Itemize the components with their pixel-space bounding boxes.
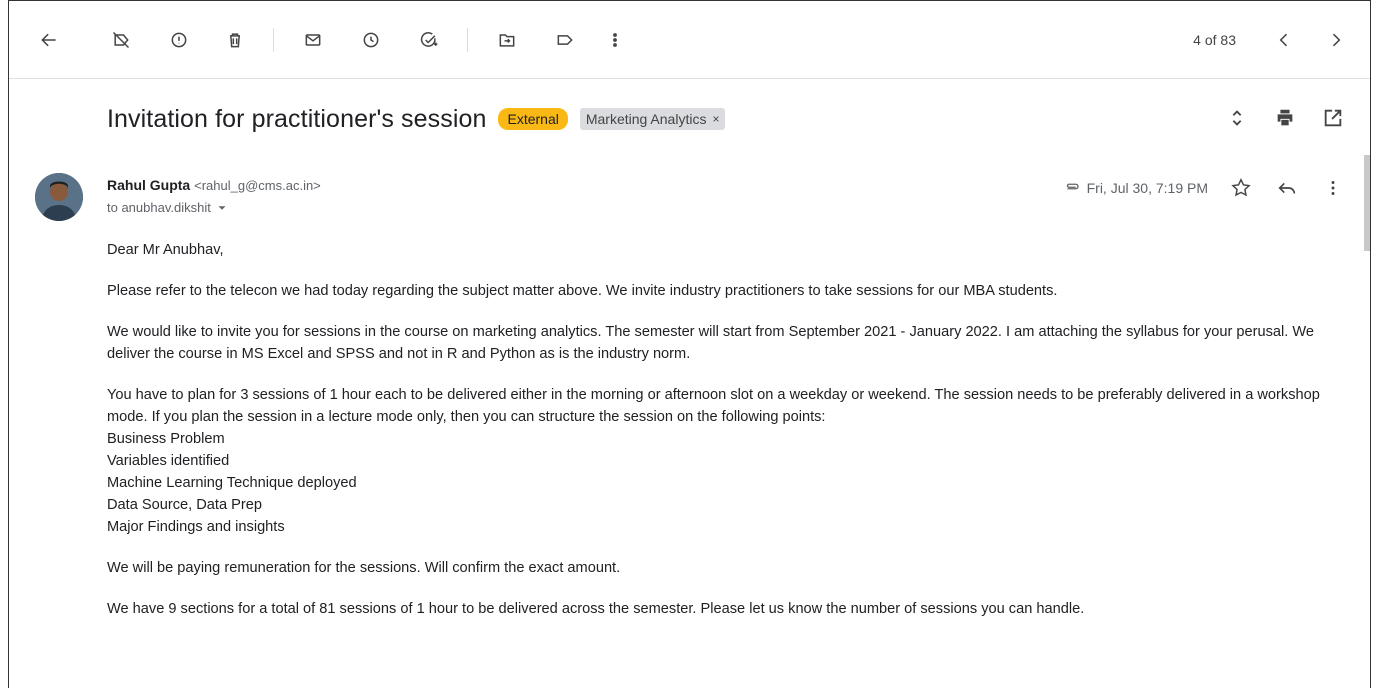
recipient-details[interactable]: to anubhav.dikshit xyxy=(107,200,229,215)
scrollbar[interactable] xyxy=(1364,155,1370,251)
subject-row: Invitation for practitioner's session Ex… xyxy=(107,99,726,139)
prev-icon[interactable] xyxy=(1272,28,1296,52)
star-icon[interactable] xyxy=(1228,175,1254,201)
next-icon[interactable] xyxy=(1324,28,1348,52)
message-body: Dear Mr Anubhav, Please refer to the tel… xyxy=(107,239,1357,639)
list-item: Business Problem xyxy=(107,431,225,447)
email-view: 4 of 83 Invitation for practitioner's se… xyxy=(8,0,1371,688)
sender-email: <rahul_g@cms.ac.in> xyxy=(194,178,321,193)
paragraph-3: You have to plan for 3 sessions of 1 hou… xyxy=(107,387,1320,425)
subject-actions xyxy=(1224,105,1346,131)
message-counter: 4 of 83 xyxy=(1193,32,1236,48)
paragraph-2: We would like to invite you for sessions… xyxy=(107,324,1314,362)
reply-icon[interactable] xyxy=(1274,175,1300,201)
paragraph-3-block: You have to plan for 3 sessions of 1 hou… xyxy=(107,384,1357,538)
report-spam-icon[interactable] xyxy=(167,28,191,52)
mark-unread-icon[interactable] xyxy=(301,28,325,52)
more-vert-icon[interactable] xyxy=(603,28,627,52)
list-item: Data Source, Data Prep xyxy=(107,497,262,513)
expand-collapse-icon[interactable] xyxy=(1224,105,1250,131)
toolbar: 4 of 83 xyxy=(9,1,1370,79)
snooze-icon[interactable] xyxy=(359,28,383,52)
label-off-icon[interactable] xyxy=(109,28,133,52)
message-meta: Fri, Jul 30, 7:19 PM xyxy=(1063,175,1346,201)
paragraph-4: We will be paying remuneration for the s… xyxy=(107,560,621,576)
label-chip-text: Marketing Analytics xyxy=(585,111,707,127)
message-date: Fri, Jul 30, 7:19 PM xyxy=(1086,180,1208,196)
message-more-icon[interactable] xyxy=(1320,175,1346,201)
email-subject: Invitation for practitioner's session xyxy=(107,104,487,133)
print-icon[interactable] xyxy=(1272,105,1298,131)
move-to-icon[interactable] xyxy=(495,28,519,52)
back-arrow-icon[interactable] xyxy=(37,28,61,52)
attachment-icon xyxy=(1066,183,1079,190)
to-line: to anubhav.dikshit xyxy=(107,200,211,215)
delete-icon[interactable] xyxy=(223,28,247,52)
label-icon[interactable] xyxy=(553,28,577,52)
open-new-window-icon[interactable] xyxy=(1320,105,1346,131)
paragraph-5: We have 9 sections for a total of 81 ses… xyxy=(107,601,1085,617)
greeting: Dear Mr Anubhav, xyxy=(107,242,224,258)
sender-name[interactable]: Rahul Gupta xyxy=(107,177,190,193)
list-item: Major Findings and insights xyxy=(107,519,285,535)
avatar[interactable] xyxy=(35,173,83,221)
date-with-attachment: Fri, Jul 30, 7:19 PM xyxy=(1063,179,1208,197)
remove-label-icon[interactable]: × xyxy=(712,112,719,126)
list-item: Machine Learning Technique deployed xyxy=(107,475,357,491)
paragraph-1: Please refer to the telecon we had today… xyxy=(107,283,1058,299)
sender: Rahul Gupta <rahul_g@cms.ac.in> xyxy=(107,177,321,193)
external-badge: External xyxy=(498,108,568,130)
add-task-icon[interactable] xyxy=(417,28,441,52)
list-item: Variables identified xyxy=(107,453,230,469)
label-chip[interactable]: Marketing Analytics × xyxy=(579,108,726,130)
dropdown-icon[interactable] xyxy=(215,201,229,215)
